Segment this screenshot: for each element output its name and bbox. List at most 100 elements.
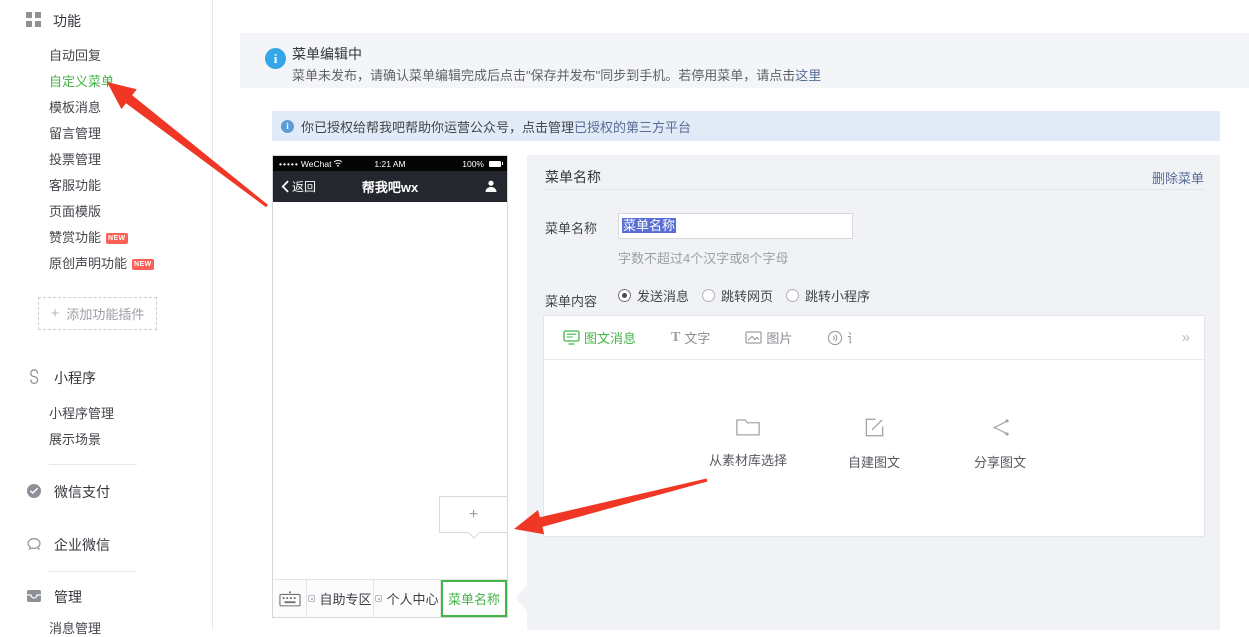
battery-icon (489, 160, 503, 167)
radio-selected-icon (618, 289, 631, 302)
wework-chat-icon (26, 536, 42, 555)
add-plugin-button[interactable]: + 添加功能插件 (38, 297, 157, 330)
carrier-label: WeChat (300, 158, 332, 169)
message-content-box: 图文消息 T 文字 图片 语音 » 从素材库选择 (543, 315, 1205, 537)
selected-input-text: 菜单名称 (622, 218, 677, 233)
sidebar: 功能 自动回复 自定义菜单 模板消息 留言管理 投票管理 客服功能 页面模版 赞… (0, 0, 213, 636)
wechat-pay-icon (26, 483, 42, 502)
battery-percent: 100% (462, 158, 484, 169)
folder-icon (736, 419, 760, 436)
radio-jump-webpage[interactable]: 跳转网页 (702, 286, 773, 305)
miniprogram-icon (26, 368, 42, 388)
add-plugin-label: 添加功能插件 (66, 307, 145, 322)
menu-tab-label: 菜单名称 (447, 592, 500, 607)
tab-label: 图片 (766, 331, 793, 346)
sidebar-item-vote-manage[interactable]: 投票管理 (49, 149, 101, 168)
phone-status-bar: ••••• WeChat 1:21 AM 100% (273, 156, 507, 171)
image-icon (745, 331, 762, 344)
sidebar-item-label: 原创声明功能 (49, 256, 128, 271)
panel-title: 菜单名称 (545, 169, 601, 185)
menu-content-label: 菜单内容 (545, 294, 598, 309)
sidebar-item-miniprogram-manage[interactable]: 小程序管理 (49, 403, 114, 422)
sidebar-item-comment-manage[interactable]: 留言管理 (49, 123, 101, 142)
menu-name-input[interactable]: 菜单名称 (618, 213, 853, 239)
sidebar-item-page-template[interactable]: 页面模版 (49, 201, 101, 220)
clock: 1:21 AM (374, 158, 406, 169)
create-news-option[interactable]: 自建图文 (827, 416, 922, 471)
inbox-icon (26, 589, 42, 606)
grid-icon (26, 12, 41, 30)
tab-text[interactable]: T 文字 (671, 328, 710, 347)
menu-editing-notice: i 菜单编辑中 菜单未发布，请确认菜单编辑完成后点击"保存并发布"同步到手机。若… (240, 33, 1249, 88)
wifi-icon (333, 159, 343, 169)
phone-nav-bar: 返回 帮我吧wx (273, 171, 507, 202)
info-icon: i (265, 48, 286, 69)
sidebar-item-template-message[interactable]: 模板消息 (49, 97, 101, 116)
content-type-tabbar: 图文消息 T 文字 图片 语音 » (544, 316, 1204, 360)
tab-label: 文字 (684, 331, 711, 346)
sidebar-section-wepay[interactable]: 微信支付 (26, 482, 110, 502)
sidebar-section-wework[interactable]: 企业微信 (26, 535, 110, 555)
radio-send-message[interactable]: 发送消息 (618, 286, 689, 305)
material-option-label: 从素材库选择 (708, 453, 787, 468)
delete-menu-link[interactable]: 删除菜单 (1152, 168, 1204, 187)
section-label: 企业微信 (54, 537, 110, 553)
section-label: 管理 (54, 589, 82, 605)
choose-from-library-option[interactable]: 从素材库选择 (701, 416, 796, 471)
section-label: 微信支付 (54, 484, 110, 500)
phone-menu-bar: 自助专区 个人中心 菜单名称 (273, 579, 507, 617)
menu-tab-label: 个人中心 (386, 592, 439, 607)
sidebar-item-reward[interactable]: 赞赏功能 NEW (49, 227, 128, 246)
share-icon (992, 419, 1009, 436)
sidebar-section-manage[interactable]: 管理 (26, 587, 82, 607)
add-submenu-button[interactable]: + (439, 496, 508, 533)
submenu-indicator-icon (308, 595, 316, 602)
radio-jump-miniprogram[interactable]: 跳转小程序 (786, 286, 870, 305)
menu-tab-personal-center[interactable]: 个人中心 (374, 580, 441, 617)
section-label: 功能 (53, 13, 81, 29)
notice-title: 菜单编辑中 (292, 46, 362, 62)
sidebar-item-display-scene[interactable]: 展示场景 (49, 429, 101, 448)
content-type-radio-group: 发送消息 跳转网页 跳转小程序 (618, 286, 870, 305)
sidebar-item-original-statement[interactable]: 原创声明功能 NEW (49, 253, 154, 272)
sidebar-section-miniprogram[interactable]: 小程序 (26, 368, 96, 388)
tab-news-message[interactable]: 图文消息 (563, 328, 636, 347)
sidebar-item-auto-reply[interactable]: 自动回复 (49, 45, 101, 64)
sidebar-divider (49, 571, 137, 572)
sidebar-item-label: 赞赏功能 (49, 230, 102, 245)
tab-label: 图文消息 (584, 331, 637, 346)
stop-menu-link[interactable]: 这里 (795, 68, 821, 83)
voice-icon (827, 330, 843, 346)
news-icon (563, 330, 580, 345)
material-option-label: 分享图文 (973, 455, 1026, 470)
more-tabs-chevrons[interactable]: » (1182, 329, 1190, 346)
back-button[interactable]: 返回 (281, 171, 316, 202)
menu-tab-self-service[interactable]: 自助专区 (307, 580, 374, 617)
battery-status: 100% (427, 158, 503, 169)
sidebar-item-custom-menu[interactable]: 自定义菜单 (49, 71, 114, 90)
tab-voice[interactable]: 语音 (827, 328, 851, 347)
radio-label: 跳转网页 (721, 289, 774, 304)
third-party-auth-bar: i 你已授权给帮我吧帮助你运营公众号，点击管理 已授权的第三方平台 (272, 111, 1220, 141)
sidebar-divider (49, 464, 137, 465)
account-title: 帮我吧wx (361, 180, 419, 195)
person-icon[interactable] (484, 179, 498, 198)
section-label: 小程序 (54, 370, 96, 386)
submenu-indicator-icon (375, 595, 383, 602)
back-label: 返回 (292, 180, 317, 194)
keyboard-toggle[interactable] (273, 580, 307, 617)
menu-editor-panel: 菜单名称 删除菜单 菜单名称 菜单名称 字数不超过4个汉字或8个字母 菜单内容 … (516, 155, 1220, 630)
radio-icon (786, 289, 800, 302)
sidebar-item-customer-service[interactable]: 客服功能 (49, 175, 101, 194)
tab-image[interactable]: 图片 (745, 328, 792, 347)
new-badge: NEW (106, 233, 128, 244)
notice-body: 菜单未发布，请确认菜单编辑完成后点击"保存并发布"同步到手机。若停用菜单，请点击… (292, 65, 821, 84)
menu-tab-selected[interactable]: 菜单名称 (441, 580, 507, 617)
share-news-option[interactable]: 分享图文 (953, 416, 1048, 471)
menu-name-hint: 字数不超过4个汉字或8个字母 (618, 251, 789, 266)
phone-screen: + (273, 202, 508, 579)
authorized-platform-link[interactable]: 已授权的第三方平台 (574, 117, 691, 136)
info-icon: i (281, 119, 294, 133)
sidebar-item-message-manage[interactable]: 消息管理 (49, 618, 101, 637)
auth-text: 你已授权给帮我吧帮助你运营公众号，点击管理 (301, 119, 575, 135)
